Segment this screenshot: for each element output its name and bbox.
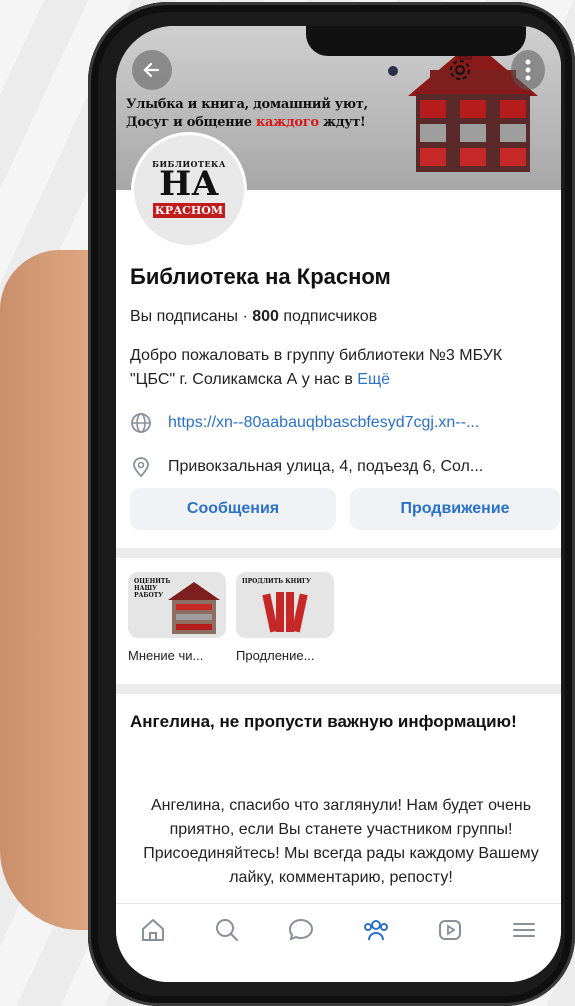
widget-renewal-thumb-text: ПРОДЛИТЬ КНИГУ bbox=[242, 578, 312, 585]
post-body: Ангелина, спасибо что заглянули! Нам буд… bbox=[143, 797, 539, 886]
phone-screen: Улыбка и книга, домашний уют, Досуг и об… bbox=[116, 26, 561, 982]
community-icon[interactable] bbox=[362, 916, 390, 944]
cover-line-2b: каждого bbox=[255, 115, 319, 130]
cover-slogan: Улыбка и книга, домашний уют, Досуг и об… bbox=[126, 96, 368, 132]
divider bbox=[116, 548, 561, 558]
subscribed-status: Вы подписаны bbox=[130, 308, 238, 325]
widget-renewal[interactable]: ПРОДЛИТЬ КНИГУ Продление... bbox=[236, 572, 334, 663]
widget-rating-thumb-text: ОЦЕНИТЬ НАШУ РАБОТУ bbox=[134, 578, 171, 599]
arrow-left-icon bbox=[143, 62, 160, 78]
gear-icon bbox=[450, 60, 470, 80]
menu-icon[interactable] bbox=[510, 916, 538, 944]
notch bbox=[306, 26, 526, 56]
subscriber-label[interactable]: подписчиков bbox=[279, 308, 377, 325]
settings-button[interactable] bbox=[440, 50, 480, 90]
widget-renewal-thumb: ПРОДЛИТЬ КНИГУ bbox=[236, 572, 334, 638]
more-vertical-icon bbox=[525, 59, 531, 81]
subscribers-line: Вы подписаны · 800 подписчиков bbox=[130, 308, 377, 326]
library-logo: БИБЛИОТЕКА НА КРАСНОМ bbox=[150, 159, 228, 218]
search-icon[interactable] bbox=[213, 916, 241, 944]
widget-rating[interactable]: ОЦЕНИТЬ НАШУ РАБОТУ Мнение чи... bbox=[128, 572, 226, 663]
more-button[interactable] bbox=[511, 50, 545, 90]
address-text: Привокзальная улица, 4, подъезд 6, Сол..… bbox=[168, 458, 484, 475]
avatar[interactable]: БИБЛИОТЕКА НА КРАСНОМ bbox=[131, 132, 247, 248]
globe-icon bbox=[131, 413, 151, 433]
phone-frame: Улыбка и книга, домашний уют, Досуг и об… bbox=[88, 2, 575, 1006]
cover-line-2: Досуг и общение каждого ждут! bbox=[126, 114, 368, 132]
website-link[interactable]: https://xn--80aabauqbbascbfesyd7cgj.xn--… bbox=[168, 414, 479, 432]
post-title: Ангелина, не пропусти важную информацию! bbox=[130, 712, 517, 731]
location-pin-icon bbox=[133, 457, 149, 478]
widget-rating-caption: Мнение чи... bbox=[128, 648, 204, 663]
group-title: Библиотека на Красном bbox=[130, 264, 391, 289]
cover-line-2a: Досуг и общение bbox=[126, 115, 256, 130]
cover-line-1: Улыбка и книга, домашний уют, bbox=[126, 97, 368, 112]
separator-dot: · bbox=[238, 308, 253, 325]
camera-icon bbox=[388, 66, 398, 76]
divider bbox=[116, 684, 561, 694]
address-row[interactable]: Привокзальная улица, 4, подъезд 6, Сол..… bbox=[130, 456, 483, 478]
subscriber-count: 800 bbox=[252, 308, 279, 325]
video-icon[interactable] bbox=[436, 916, 464, 944]
group-description: Добро пожаловать в группу библиотеки №3 … bbox=[130, 344, 550, 392]
widget-rating-thumb: ОЦЕНИТЬ НАШУ РАБОТУ bbox=[128, 572, 226, 638]
promotion-button[interactable]: Продвижение bbox=[350, 488, 560, 530]
messages-button[interactable]: Сообщения bbox=[130, 488, 336, 530]
logo-line-3: КРАСНОМ bbox=[152, 203, 226, 218]
show-more-link[interactable]: Ещё bbox=[357, 371, 390, 388]
website-row[interactable]: https://xn--80aabauqbbascbfesyd7cgj.xn--… bbox=[130, 412, 479, 434]
cover-line-2c: ждут! bbox=[318, 115, 366, 130]
back-button[interactable] bbox=[132, 50, 172, 90]
widget-renewal-caption: Продление... bbox=[236, 648, 315, 663]
logo-line-2: НА bbox=[159, 164, 219, 204]
description-text: Добро пожаловать в группу библиотеки №3 … bbox=[130, 347, 503, 388]
home-icon[interactable] bbox=[139, 916, 167, 944]
bottom-tab-bar bbox=[116, 903, 561, 982]
chat-icon[interactable] bbox=[287, 916, 315, 944]
